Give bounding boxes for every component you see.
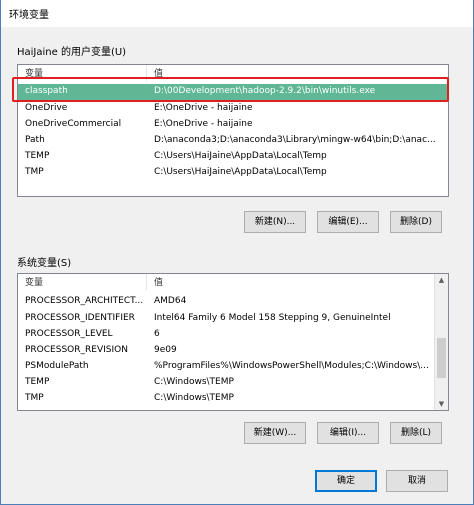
table-row[interactable]: TMP C:\Users\HaiJaine\AppData\Local\Temp [18, 165, 448, 181]
sys-delete-button[interactable]: 删除(L) [390, 422, 442, 444]
var-name: PSModulePath [25, 361, 89, 371]
scroll-thumb[interactable] [437, 338, 446, 378]
var-name: OneDrive [25, 103, 68, 113]
col-value-header[interactable]: 值 [154, 275, 163, 288]
user-vars-label: HaiJaine 的用户变量(U) [17, 47, 127, 58]
user-edit-button[interactable]: 编辑(E)... [317, 211, 379, 233]
environment-variables-dialog: 环境变量 HaiJaine 的用户变量(U) 变量 值 classpath D:… [0, 0, 474, 505]
table-row[interactable]: TEMP C:\Windows\TEMP [18, 375, 448, 391]
var-name: TEMP [25, 151, 50, 161]
user-delete-button[interactable]: 删除(D) [390, 211, 442, 233]
col-name-header[interactable]: 变量 [25, 275, 43, 288]
sys-vars-header: 变量 值 [18, 274, 448, 290]
highlight-annotation [12, 77, 449, 102]
table-row[interactable]: PROCESSOR_IDENTIFIER Intel64 Family 6 Mo… [18, 311, 448, 327]
table-row[interactable]: PROCESSOR_ARCHITECT... AMD64 [18, 294, 448, 310]
table-row[interactable]: OneDriveCommercial E:\OneDrive - haijain… [18, 117, 448, 133]
scroll-up-icon[interactable]: ▲ [435, 274, 448, 286]
var-value: E:\OneDrive - haijaine [154, 119, 253, 129]
var-value: C:\Windows\TEMP [154, 393, 234, 403]
scroll-down-icon[interactable]: ▼ [435, 398, 448, 410]
var-name: PROCESSOR_LEVEL [25, 329, 113, 339]
var-name: OneDriveCommercial [25, 119, 122, 129]
var-value: %ProgramFiles%\WindowsPowerShell\Modules… [154, 361, 429, 371]
var-value: D:\anaconda3;D:\anaconda3\Library\mingw-… [154, 135, 436, 145]
var-name: TMP [25, 167, 44, 177]
sys-vars-list[interactable]: 变量 值 PROCESSOR_ARCHITECT... AMD64 PROCES… [17, 273, 449, 411]
var-value: 6 [154, 329, 160, 339]
var-name: Path [25, 135, 45, 145]
table-row[interactable]: TMP C:\Windows\TEMP [18, 391, 448, 407]
table-row[interactable]: PROCESSOR_LEVEL 6 [18, 327, 448, 343]
table-row[interactable]: PSModulePath %ProgramFiles%\WindowsPower… [18, 359, 448, 375]
table-row[interactable]: Path D:\anaconda3;D:\anaconda3\Library\m… [18, 133, 448, 149]
table-row[interactable]: TEMP C:\Users\HaiJaine\AppData\Local\Tem… [18, 149, 448, 165]
var-value: 9e09 [154, 345, 177, 355]
sys-new-button[interactable]: 新建(W)... [244, 422, 306, 444]
window-title: 环境变量 [9, 10, 49, 21]
var-value: C:\Users\HaiJaine\AppData\Local\Temp [154, 167, 327, 177]
table-row[interactable]: PROCESSOR_REVISION 9e09 [18, 343, 448, 359]
var-name: PROCESSOR_IDENTIFIER [25, 313, 135, 323]
var-name: TEMP [25, 377, 50, 387]
var-value: AMD64 [154, 296, 187, 306]
sys-vars-label: 系统变量(S) [17, 258, 72, 269]
var-name: PROCESSOR_ARCHITECT... [25, 296, 144, 306]
var-value: E:\OneDrive - haijaine [154, 103, 253, 113]
title-bar: 环境变量 [1, 0, 473, 27]
sys-vars-scrollbar[interactable]: ▲ ▼ [434, 274, 448, 410]
sys-edit-button[interactable]: 编辑(I)... [317, 422, 379, 444]
user-new-button[interactable]: 新建(N)... [244, 211, 306, 233]
var-name: TMP [25, 393, 44, 403]
var-value: Intel64 Family 6 Model 158 Stepping 9, G… [154, 313, 391, 323]
ok-button[interactable]: 确定 [315, 470, 377, 492]
var-value: C:\Users\HaiJaine\AppData\Local\Temp [154, 151, 327, 161]
var-name: PROCESSOR_REVISION [25, 345, 128, 355]
cancel-button[interactable]: 取消 [386, 470, 448, 492]
table-row[interactable]: OneDrive E:\OneDrive - haijaine [18, 101, 448, 117]
var-value: C:\Windows\TEMP [154, 377, 234, 387]
